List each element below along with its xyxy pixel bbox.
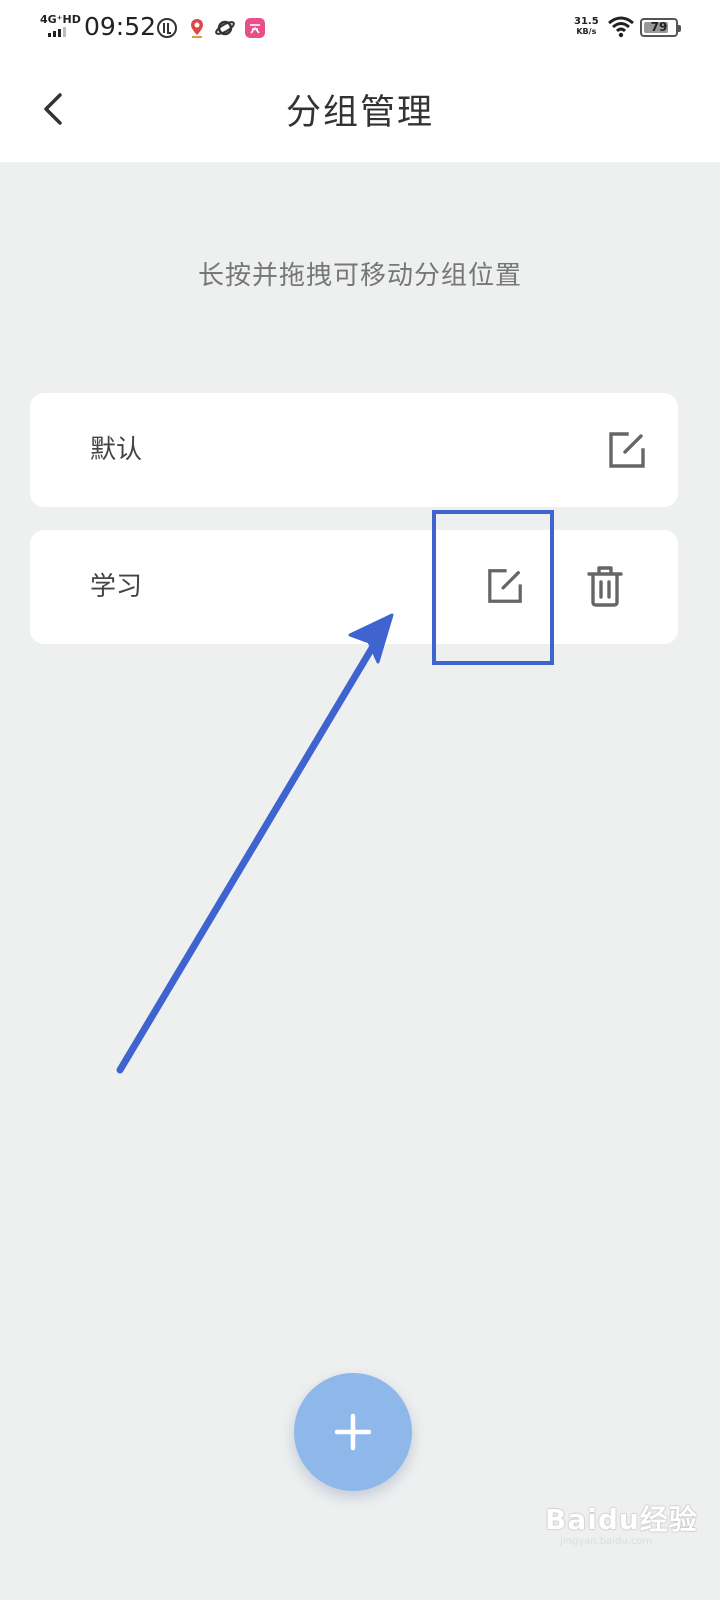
plus-icon [334, 1413, 372, 1451]
watermark-url: jingyan.baidu.com [560, 1536, 653, 1547]
add-group-button[interactable] [294, 1373, 412, 1491]
watermark: Baidu经验 [545, 1503, 698, 1536]
annotation-arrow [116, 613, 394, 1074]
